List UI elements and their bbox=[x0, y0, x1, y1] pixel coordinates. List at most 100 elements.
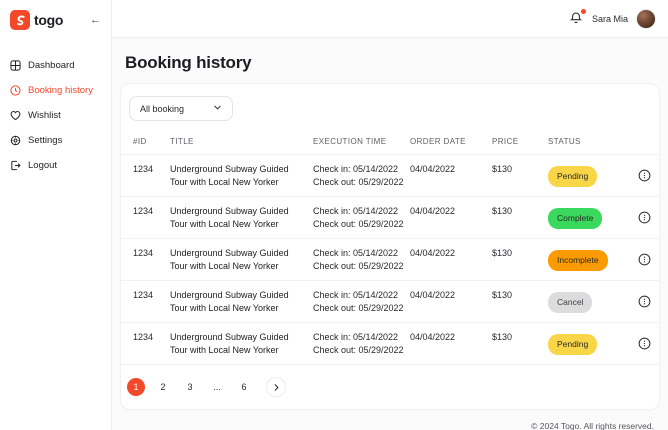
logout-icon bbox=[11, 160, 21, 171]
col-header-id: #ID bbox=[133, 137, 147, 146]
sidebar-item-label: Wishlist bbox=[28, 110, 61, 121]
check-out: Check out: 05/29/2022 bbox=[313, 303, 404, 313]
check-in: Check in: 05/14/2022 bbox=[313, 290, 399, 300]
filter-selected-value: All booking bbox=[140, 103, 185, 114]
check-in: Check in: 05/14/2022 bbox=[313, 332, 399, 342]
ellipsis-circle-icon bbox=[638, 169, 651, 182]
booking-id: 1234 bbox=[133, 248, 154, 258]
booking-title: Underground Subway Guided Tour with Loca… bbox=[170, 332, 289, 355]
order-date: 04/04/2022 bbox=[410, 290, 456, 300]
table-row: 1234 Underground Subway Guided Tour with… bbox=[121, 155, 659, 197]
row-more-options-button[interactable] bbox=[638, 295, 652, 309]
copyright-text: © 2024 Togo. All rights reserved. bbox=[531, 421, 654, 430]
status-badge: Complete bbox=[548, 207, 603, 229]
page-button-3[interactable]: 3 bbox=[181, 378, 199, 396]
row-more-options-button[interactable] bbox=[638, 253, 652, 267]
price: $130 bbox=[492, 164, 513, 174]
logo: togo ← bbox=[10, 10, 101, 30]
col-header-status: STATUS bbox=[548, 137, 581, 146]
sidebar-collapse-arrow-icon[interactable]: ← bbox=[90, 14, 101, 26]
page-ellipsis: ... bbox=[213, 382, 221, 392]
check-out: Check out: 05/29/2022 bbox=[313, 219, 404, 229]
sidebar-item-booking-history[interactable]: Booking history bbox=[10, 85, 101, 96]
notification-dot bbox=[580, 9, 586, 14]
execution-time: Check in: 05/14/2022 Check out: 05/29/20… bbox=[313, 247, 410, 273]
check-out: Check out: 05/29/2022 bbox=[313, 177, 404, 187]
chevron-right-icon bbox=[274, 383, 279, 391]
chevron-down-icon bbox=[213, 103, 222, 114]
execution-time: Check in: 05/14/2022 Check out: 05/29/20… bbox=[313, 289, 410, 315]
order-date: 04/04/2022 bbox=[410, 206, 456, 216]
col-header-price: PRICE bbox=[492, 137, 519, 146]
booking-title: Underground Subway Guided Tour with Loca… bbox=[170, 290, 289, 313]
col-header-order-date: ORDER DATE bbox=[410, 137, 466, 146]
page-button-1[interactable]: 1 bbox=[127, 378, 145, 396]
price: $130 bbox=[492, 206, 513, 216]
table-row: 1234 Underground Subway Guided Tour with… bbox=[121, 281, 659, 323]
order-date: 04/04/2022 bbox=[410, 332, 456, 342]
price: $130 bbox=[492, 290, 513, 300]
row-more-options-button[interactable] bbox=[638, 337, 652, 351]
order-date: 04/04/2022 bbox=[410, 164, 456, 174]
booking-card: All booking #ID TITLE EXECUTION TIME ORD… bbox=[120, 83, 660, 410]
sidebar-item-wishlist[interactable]: Wishlist bbox=[10, 110, 101, 121]
check-out: Check out: 05/29/2022 bbox=[313, 345, 404, 355]
booking-title: Underground Subway Guided Tour with Loca… bbox=[170, 248, 289, 271]
order-date: 04/04/2022 bbox=[410, 248, 456, 258]
ellipsis-circle-icon bbox=[638, 337, 651, 350]
sidebar-item-settings[interactable]: Settings bbox=[10, 135, 101, 146]
page-button-6[interactable]: 6 bbox=[235, 378, 253, 396]
table-row: 1234 Underground Subway Guided Tour with… bbox=[121, 323, 659, 365]
next-page-button[interactable] bbox=[266, 377, 286, 397]
main-area: Sara Mia Booking history All booking #ID… bbox=[112, 0, 668, 430]
page-title: Booking history bbox=[125, 53, 252, 72]
gear-icon bbox=[10, 135, 21, 146]
sidebar-item-label: Settings bbox=[28, 135, 63, 146]
execution-time: Check in: 05/14/2022 Check out: 05/29/20… bbox=[313, 163, 410, 189]
row-more-options-button[interactable] bbox=[638, 169, 652, 183]
col-header-title: TITLE bbox=[170, 137, 194, 146]
ellipsis-circle-icon bbox=[638, 295, 651, 308]
togo-logo-icon bbox=[10, 10, 30, 30]
content: Booking history All booking #ID TITLE EX… bbox=[112, 38, 668, 430]
check-out: Check out: 05/29/2022 bbox=[313, 261, 404, 271]
brand-name: togo bbox=[34, 12, 64, 28]
booking-id: 1234 bbox=[133, 206, 154, 216]
page-button-2[interactable]: 2 bbox=[154, 378, 172, 396]
price: $130 bbox=[492, 332, 513, 342]
booking-id: 1234 bbox=[133, 290, 154, 300]
status-badge: Cancel bbox=[548, 291, 593, 313]
ellipsis-circle-icon bbox=[638, 211, 651, 224]
pagination: 1 2 3 ... 6 bbox=[121, 377, 659, 397]
sidebar-item-label: Booking history bbox=[28, 85, 93, 96]
table-header-row: #ID TITLE EXECUTION TIME ORDER DATE PRIC… bbox=[121, 131, 659, 155]
sidebar: togo ← Dashboard Booking history Wishlis… bbox=[0, 0, 112, 430]
row-more-options-button[interactable] bbox=[638, 211, 652, 225]
booking-id: 1234 bbox=[133, 332, 154, 342]
sidebar-item-label: Dashboard bbox=[28, 60, 75, 71]
table-row: 1234 Underground Subway Guided Tour with… bbox=[121, 197, 659, 239]
avatar[interactable] bbox=[636, 8, 656, 29]
sidebar-item-dashboard[interactable]: Dashboard bbox=[10, 60, 101, 71]
status-badge: Pending bbox=[548, 333, 598, 355]
topbar: Sara Mia bbox=[112, 0, 668, 38]
ellipsis-circle-icon bbox=[638, 253, 651, 266]
booking-title: Underground Subway Guided Tour with Loca… bbox=[170, 206, 289, 229]
sidebar-item-label: Logout bbox=[28, 160, 58, 171]
status-badge: Pending bbox=[548, 165, 598, 187]
execution-time: Check in: 05/14/2022 Check out: 05/29/20… bbox=[313, 331, 410, 357]
booking-title: Underground Subway Guided Tour with Loca… bbox=[170, 164, 289, 187]
check-in: Check in: 05/14/2022 bbox=[313, 164, 399, 174]
clock-icon bbox=[10, 85, 21, 96]
col-header-execution-time: EXECUTION TIME bbox=[313, 137, 387, 146]
booking-filter-dropdown[interactable]: All booking bbox=[129, 96, 233, 121]
notifications-button[interactable] bbox=[569, 9, 586, 26]
sidebar-nav: Dashboard Booking history Wishlist Setti… bbox=[10, 60, 101, 171]
table-row: 1234 Underground Subway Guided Tour with… bbox=[121, 239, 659, 281]
status-badge: Incomplete bbox=[548, 249, 608, 271]
sidebar-item-logout[interactable]: Logout bbox=[10, 160, 101, 171]
heart-icon bbox=[10, 110, 21, 121]
check-in: Check in: 05/14/2022 bbox=[313, 206, 399, 216]
execution-time: Check in: 05/14/2022 Check out: 05/29/20… bbox=[313, 205, 410, 231]
price: $130 bbox=[492, 248, 513, 258]
